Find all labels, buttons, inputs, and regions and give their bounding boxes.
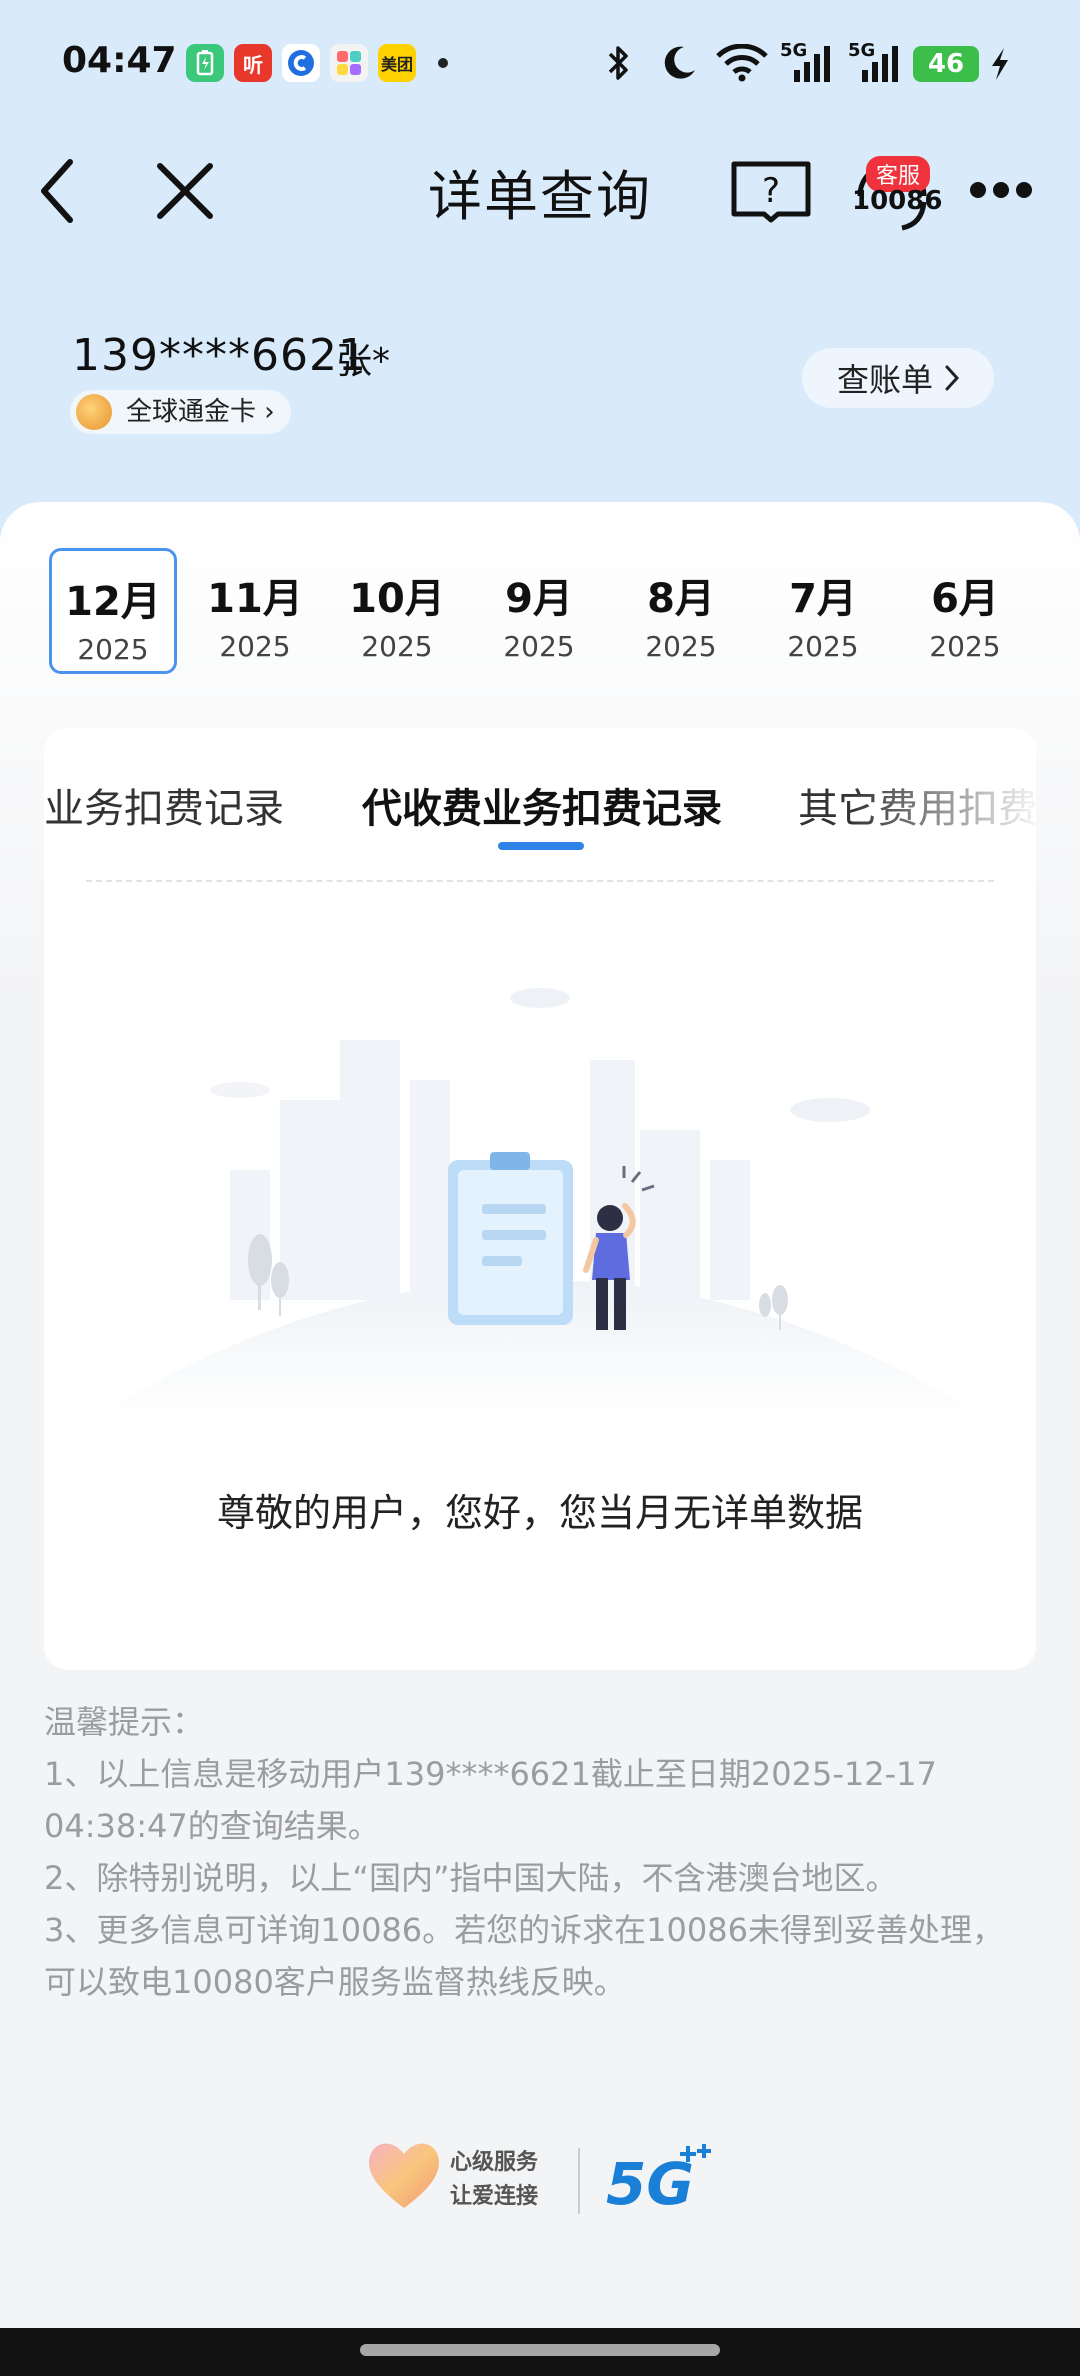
notification-dot-icon — [438, 58, 448, 68]
tips-line-1: 1、以上信息是移动用户139****6621截止至日期2025-12-17 04… — [44, 1755, 937, 1845]
battery-app-icon — [186, 44, 224, 82]
view-bill-label: 查账单 — [836, 361, 933, 399]
gallery-app-icon — [330, 44, 368, 82]
month-tab-8[interactable]: 8月 2025 — [617, 548, 745, 674]
chevron-right-icon — [945, 365, 959, 391]
tab-collection-deduction[interactable]: 代收费业务扣费记录 — [362, 776, 722, 834]
footer-slogan-line-2: 让爱连接 — [450, 2184, 539, 2209]
bluetooth-icon — [606, 44, 632, 86]
tips-line-2: 2、除特别说明，以上“国内”指中国大陆，不含港澳台地区。 — [44, 1859, 898, 1897]
year-label: 2025 — [787, 630, 859, 663]
footer-divider — [578, 2148, 580, 2214]
month-tab-6[interactable]: 6月 2025 — [901, 548, 1029, 674]
phone-number: 139****6621 — [72, 330, 367, 381]
browser-app-icon — [282, 44, 320, 82]
month-label: 10月 — [349, 576, 445, 622]
year-label: 2025 — [645, 630, 717, 663]
empty-state-illustration — [90, 960, 990, 1434]
tips-line-3: 3、更多信息可详询10086。若您的诉求在10086未得到妥善处理，可以致电10… — [44, 1911, 1004, 2001]
month-label: 7月 — [789, 576, 857, 622]
header-background — [0, 0, 1080, 560]
tips-section: 温馨提示： 1、以上信息是移动用户139****6621截止至日期2025-12… — [44, 1696, 1004, 2008]
wifi-icon — [716, 43, 768, 86]
year-label: 2025 — [77, 633, 149, 666]
footer-slogan-line-1: 心级服务 — [450, 2150, 539, 2175]
month-tab-7[interactable]: 7月 2025 — [759, 548, 887, 674]
month-label: 8月 — [647, 576, 715, 622]
year-label: 2025 — [929, 630, 1001, 663]
heart-logo-icon — [364, 2136, 444, 2216]
gold-card-coin-icon — [76, 394, 112, 430]
svg-text:?: ? — [762, 171, 780, 211]
more-options-icon[interactable] — [968, 178, 1034, 206]
help-book-icon[interactable]: ? — [730, 160, 812, 228]
5g-plus-plus-icon — [680, 2144, 714, 2172]
year-label: 2025 — [503, 630, 575, 663]
customer-service-number[interactable]: 10086 — [852, 186, 942, 216]
signal-strength-icon-2 — [854, 44, 904, 88]
year-label: 2025 — [361, 630, 433, 663]
do-not-disturb-moon-icon — [660, 44, 698, 86]
year-label: 2025 — [219, 630, 291, 663]
empty-state-message: 尊敬的用户，您好，您当月无详单数据 — [216, 1491, 863, 1535]
month-tab-9[interactable]: 9月 2025 — [475, 548, 603, 674]
user-name: 张* — [336, 341, 391, 382]
meituan-app-icon: 美团 — [378, 44, 416, 82]
view-bill-button[interactable]: 查账单 — [802, 348, 994, 408]
battery-level: 46 — [913, 46, 979, 82]
status-time: 04:47 — [62, 40, 177, 81]
tab-scroll-fade — [850, 740, 1036, 850]
month-tab-12[interactable]: 12月 2025 — [49, 548, 177, 674]
tips-title: 温馨提示： — [44, 1703, 205, 1741]
footer-slogan: 心级服务 让爱连接 — [450, 2146, 538, 2214]
signal-strength-icon-1 — [786, 44, 836, 88]
month-label: 9月 — [505, 576, 573, 622]
charging-bolt-icon — [988, 46, 1012, 86]
tab-business-deduction[interactable]: 业务扣费记录 — [44, 776, 284, 834]
dashed-divider — [86, 880, 994, 882]
month-tab-10[interactable]: 10月 2025 — [333, 548, 461, 674]
month-label: 6月 — [931, 576, 999, 622]
month-tab-11[interactable]: 11月 2025 — [191, 548, 319, 674]
month-label: 12月 — [65, 579, 161, 625]
home-indicator[interactable] — [360, 2344, 720, 2356]
listen-app-icon: 听 — [234, 44, 272, 82]
active-tab-indicator — [498, 842, 584, 850]
month-label: 11月 — [207, 576, 303, 622]
